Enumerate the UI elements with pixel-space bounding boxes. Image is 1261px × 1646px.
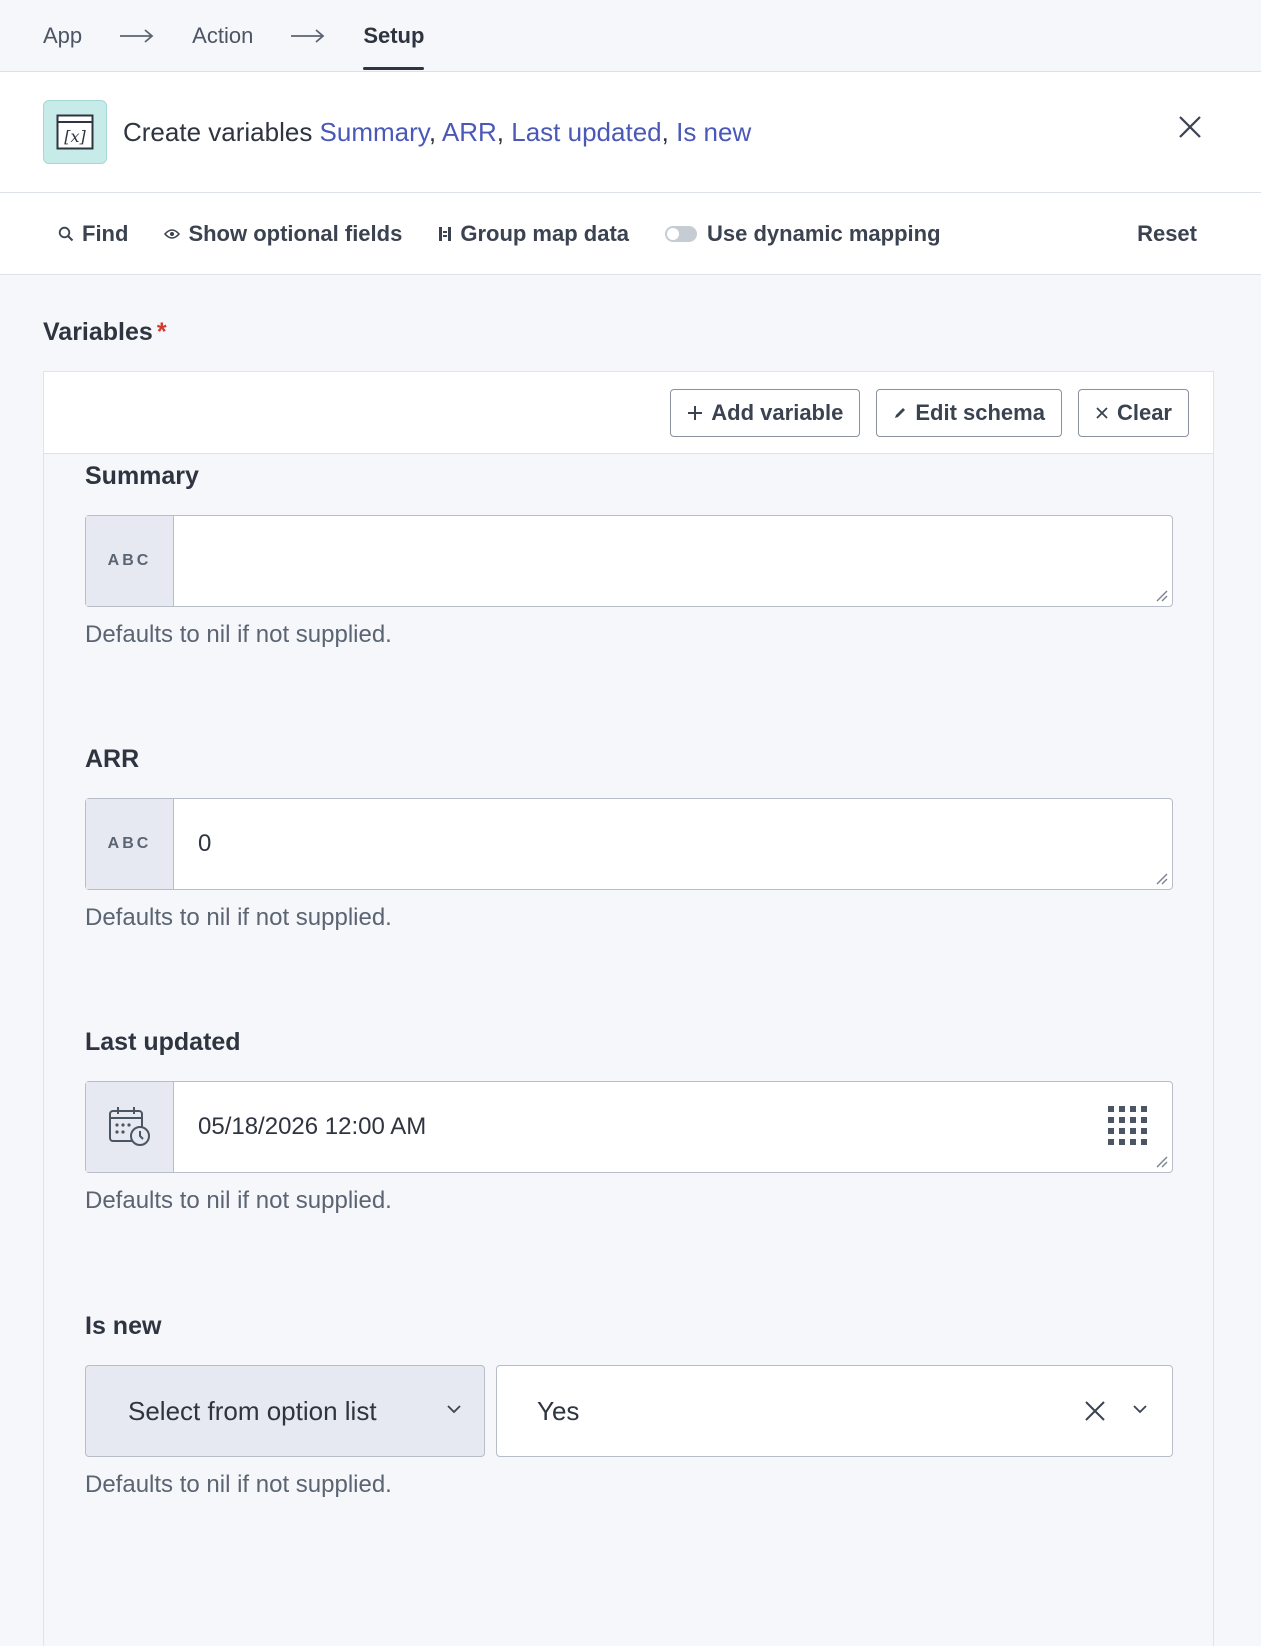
input-mode-value: Select from option list xyxy=(128,1395,377,1426)
close-icon xyxy=(1096,406,1108,419)
separator: , xyxy=(661,116,669,147)
arr-input[interactable]: ABC 0 xyxy=(85,798,1173,890)
type-badge: ABC xyxy=(86,799,174,889)
field-is-new: Is new Select from option list Yes Defau… xyxy=(85,1312,1173,1499)
variables-label-text: Variables xyxy=(43,318,153,346)
group-icon xyxy=(439,226,452,241)
field-label: Summary xyxy=(85,462,199,490)
variable-link-summary[interactable]: Summary xyxy=(320,117,429,147)
find-label: Find xyxy=(82,220,129,246)
variable-link-is-new[interactable]: Is new xyxy=(676,117,751,147)
date-picker-grid-icon[interactable] xyxy=(1108,1106,1148,1146)
field-label: Last updated xyxy=(85,1028,241,1056)
breadcrumb-app[interactable]: App xyxy=(43,0,82,72)
field-hint: Defaults to nil if not supplied. xyxy=(85,1471,392,1498)
header-title: Create variables Summary, ARR, Last upda… xyxy=(123,117,751,148)
dynamic-mapping-toggle[interactable]: Use dynamic mapping xyxy=(665,221,941,247)
field-hint: Defaults to nil if not supplied. xyxy=(85,904,392,931)
separator: , xyxy=(428,116,437,147)
pencil-icon xyxy=(895,407,906,418)
summary-input[interactable]: ABC xyxy=(85,515,1173,607)
calendar-clock-icon xyxy=(86,1082,174,1172)
toggle-switch[interactable] xyxy=(665,225,698,242)
breadcrumb-setup[interactable]: Setup xyxy=(363,0,425,72)
field-hint: Defaults to nil if not supplied. xyxy=(85,621,392,648)
field-arr: ARR ABC 0 Defaults to nil if not supplie… xyxy=(85,745,1173,932)
add-variable-button[interactable]: Add variable xyxy=(670,388,861,437)
arrow-right-icon xyxy=(120,28,154,43)
step-header: [x] Create variables Summary, ARR, Last … xyxy=(0,72,1261,193)
clear-selection-icon[interactable] xyxy=(1084,1400,1106,1422)
is-new-select[interactable]: Yes xyxy=(496,1365,1173,1457)
chevron-down-icon[interactable] xyxy=(1132,1404,1148,1414)
arr-value[interactable]: 0 xyxy=(174,799,1172,889)
header-prefix: Create variables xyxy=(123,116,313,147)
variable-link-arr[interactable]: ARR xyxy=(442,117,497,147)
search-icon xyxy=(58,226,74,241)
breadcrumb: App Action Setup xyxy=(0,0,1261,72)
last-updated-input[interactable]: 05/18/2026 12:00 AM xyxy=(85,1081,1173,1173)
group-map-label: Group map data xyxy=(460,220,630,246)
field-last-updated: Last updated 05/18/2026 12:00 AM Default… xyxy=(85,1028,1173,1215)
panel-actions: Add variable Edit schema Clear xyxy=(44,372,1213,454)
resize-handle-icon[interactable] xyxy=(1152,586,1168,602)
dynamic-mapping-label: Use dynamic mapping xyxy=(707,220,941,246)
breadcrumb-action[interactable]: Action xyxy=(192,0,253,72)
summary-value[interactable] xyxy=(174,516,1172,606)
edit-schema-label: Edit schema xyxy=(915,399,1045,425)
show-optional-label: Show optional fields xyxy=(188,220,403,246)
separator: , xyxy=(496,116,505,147)
field-label: ARR xyxy=(85,745,140,773)
field-summary: Summary ABC Defaults to nil if not suppl… xyxy=(85,462,1173,649)
last-updated-value[interactable]: 05/18/2026 12:00 AM xyxy=(174,1082,1172,1172)
resize-handle-icon[interactable] xyxy=(1152,1152,1168,1168)
find-button[interactable]: Find xyxy=(58,221,128,247)
clear-label: Clear xyxy=(1116,399,1172,425)
group-map-data-button[interactable]: Group map data xyxy=(438,221,629,247)
input-mode-select[interactable]: Select from option list xyxy=(85,1365,485,1457)
arrow-right-icon xyxy=(291,28,325,43)
eye-icon xyxy=(164,228,181,239)
type-badge: ABC xyxy=(86,516,174,606)
resize-handle-icon[interactable] xyxy=(1152,869,1168,885)
edit-schema-button[interactable]: Edit schema xyxy=(876,388,1062,437)
variable-link-last-updated[interactable]: Last updated xyxy=(511,117,661,147)
is-new-value: Yes xyxy=(537,1395,580,1426)
show-optional-fields-button[interactable]: Show optional fields xyxy=(164,221,402,247)
variables-label: Variables * xyxy=(43,318,167,347)
clear-button[interactable]: Clear xyxy=(1077,388,1189,437)
field-label: Is new xyxy=(85,1312,162,1340)
field-hint: Defaults to nil if not supplied. xyxy=(85,1187,392,1214)
chevron-down-icon xyxy=(447,1405,461,1414)
toolbar: Find Show optional fields Group map data… xyxy=(0,193,1261,275)
close-icon[interactable] xyxy=(1177,114,1203,140)
variables-panel: Add variable Edit schema Clear Summary A… xyxy=(43,371,1214,1646)
is-new-row: Select from option list Yes xyxy=(85,1365,1173,1457)
plus-icon xyxy=(688,405,703,420)
svg-text:[x]: [x] xyxy=(64,127,86,146)
variable-icon: [x] xyxy=(43,100,107,164)
reset-button[interactable]: Reset xyxy=(1137,221,1197,247)
add-variable-label: Add variable xyxy=(711,399,844,425)
required-mark: * xyxy=(156,318,167,346)
